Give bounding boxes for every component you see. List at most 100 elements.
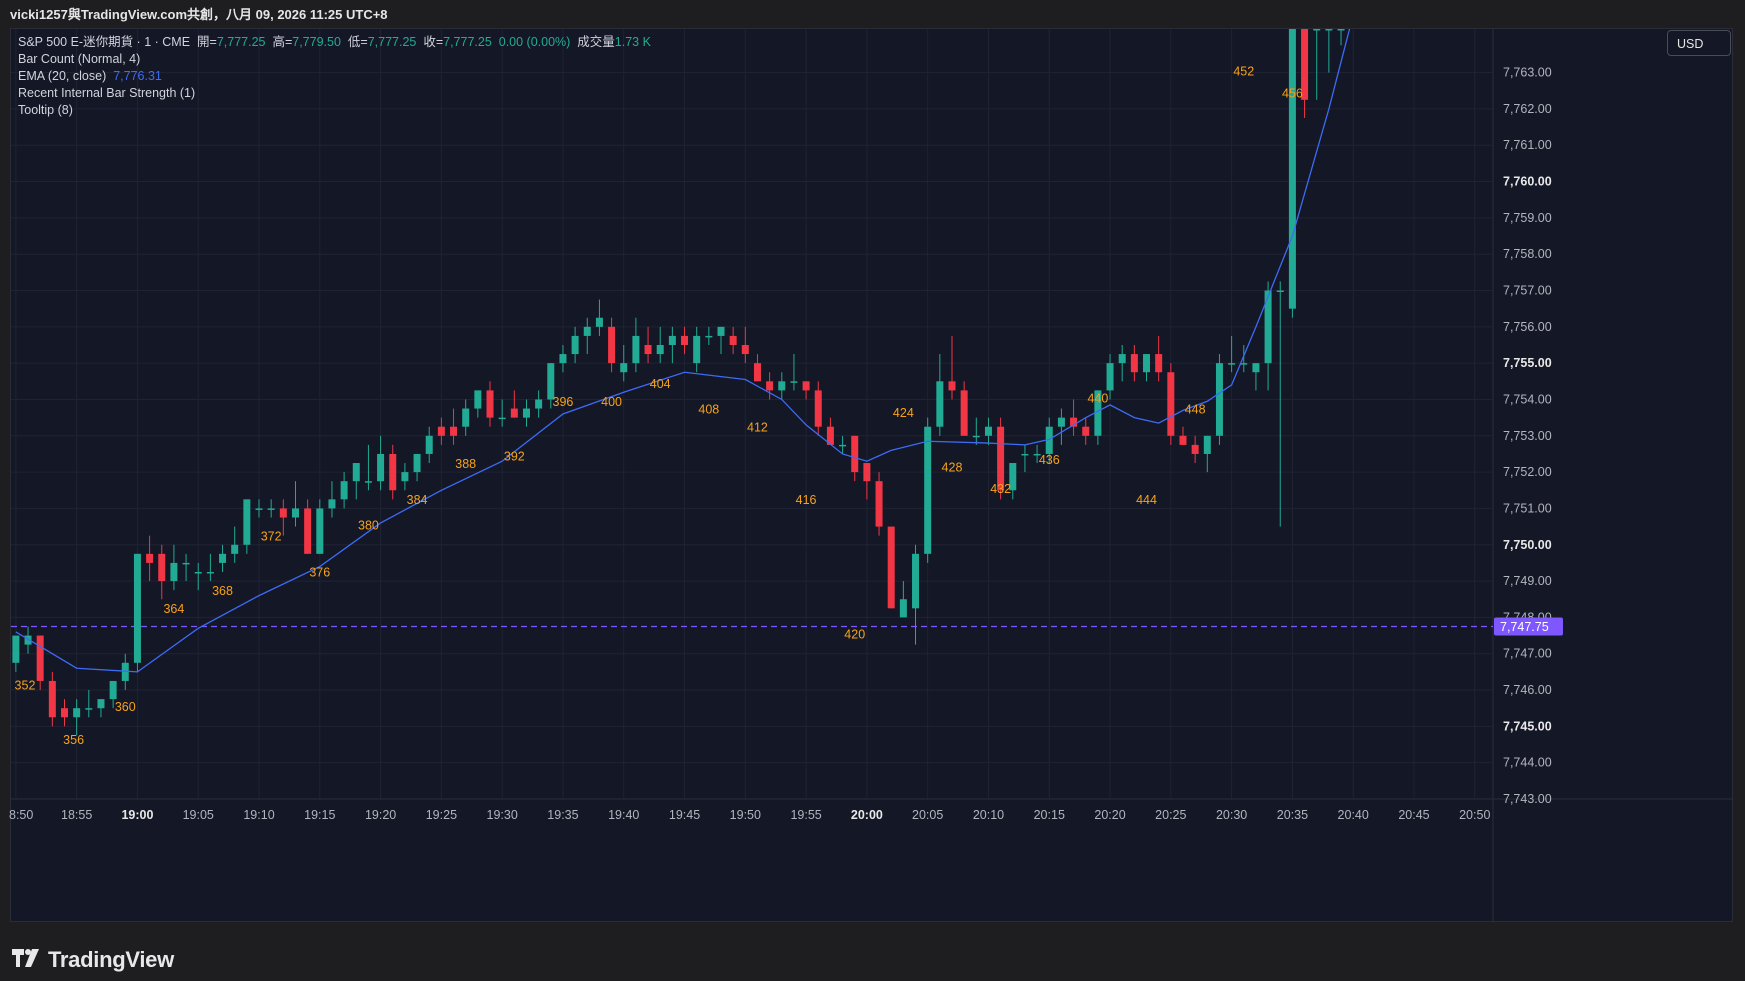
candle-body: [851, 435, 859, 473]
candle-body: [219, 553, 227, 563]
candle-body: [571, 335, 579, 355]
y-tick-label: 7,749.00: [1503, 574, 1552, 588]
candle-body: [681, 335, 689, 345]
y-tick-label: 7,755.00: [1503, 356, 1552, 370]
candle-body: [328, 499, 336, 509]
bar-count-label: 432: [990, 482, 1011, 496]
candlestick-chart[interactable]: 352 356 360 364 368 372 376 380 384 388 392 396 400 4…: [0, 0, 1745, 925]
candle-body: [656, 344, 664, 355]
current-price-label: 7,747.75: [1500, 620, 1549, 634]
x-tick-label: 19:05: [183, 808, 214, 822]
y-tick-label: 7,746.00: [1503, 683, 1552, 697]
y-tick-label: 7,758.00: [1503, 247, 1552, 261]
bar-count-label: 404: [650, 377, 671, 391]
candle-body: [595, 317, 603, 327]
candle-body: [474, 390, 482, 409]
candle-body: [620, 363, 628, 373]
candle-body: [133, 553, 141, 663]
x-tick-label: 19:10: [243, 808, 274, 822]
gridlines: [11, 29, 1493, 800]
candle-body: [960, 390, 968, 436]
y-tick-label: 7,761.00: [1503, 138, 1552, 152]
bar-count-label: 356: [63, 733, 84, 747]
chart-legend: S&P 500 E-迷你期貨 · 1 · CME 開=7,777.25 高=7,…: [18, 34, 651, 119]
tradingview-brand[interactable]: TradingView: [12, 947, 174, 973]
candle-body: [279, 508, 287, 518]
y-tick-label: 7,752.00: [1503, 465, 1552, 479]
indicator-ema[interactable]: EMA (20, close) 7,776.31: [18, 68, 651, 85]
candle-body: [972, 435, 980, 438]
x-tick-label: 19:40: [608, 808, 639, 822]
indicator-tooltip[interactable]: Tooltip (8): [18, 102, 651, 119]
candle-body: [717, 326, 725, 336]
low-value: 7,777.25: [367, 35, 417, 49]
symbol-name: S&P 500 E-迷你期貨 · 1 · CME: [18, 35, 191, 49]
x-tick-label: 18:55: [61, 808, 92, 822]
bar-count-label: 380: [358, 519, 379, 533]
open-label: 開=: [197, 35, 217, 49]
candle-body: [1021, 453, 1029, 456]
bar-count-label: 452: [1233, 64, 1254, 78]
candle-body: [1288, 29, 1296, 309]
candle-body: [1276, 290, 1284, 293]
bar-count-label: 368: [212, 584, 233, 598]
ema-label: EMA (20, close): [18, 69, 107, 83]
candle-body: [243, 499, 251, 545]
x-tick-label: 19:00: [121, 808, 153, 822]
candle-body: [12, 635, 20, 663]
candle-body: [97, 699, 105, 709]
bar-count-label: 436: [1039, 453, 1060, 467]
candle-body: [766, 381, 774, 391]
symbol-row[interactable]: S&P 500 E-迷你期貨 · 1 · CME 開=7,777.25 高=7,…: [18, 34, 651, 51]
candle-body: [1325, 29, 1333, 31]
candle-body: [437, 426, 445, 436]
candle-body: [401, 472, 409, 482]
change-value: 0.00 (0.00%): [498, 35, 571, 49]
bar-count-label: 444: [1136, 493, 1157, 507]
y-tick-label: 7,743.00: [1503, 792, 1552, 806]
low-label: 低=: [347, 35, 368, 49]
candle-body: [608, 326, 616, 364]
candle-body: [73, 708, 81, 718]
candle-body: [753, 363, 761, 382]
y-tick-label: 7,751.00: [1503, 501, 1552, 515]
x-tick-label: 20:10: [973, 808, 1004, 822]
candle-body: [36, 635, 44, 681]
candle-body: [146, 553, 154, 563]
volume-label: 成交量: [577, 35, 615, 49]
plot-area: 352 356 360 364 368 372 376 380 384 388 392 396 400 4…: [11, 29, 1493, 747]
ema-line: [15, 29, 1351, 673]
candle-body: [1106, 363, 1114, 391]
indicator-ribs[interactable]: Recent Internal Bar Strength (1): [18, 85, 651, 102]
y-tick-label: 7,762.00: [1503, 102, 1552, 116]
candle-body: [535, 399, 543, 409]
candle-body: [1167, 372, 1175, 436]
footer: TradingView: [0, 925, 1745, 981]
candle-body: [839, 444, 847, 447]
bar-count-label: 384: [407, 493, 428, 507]
bar-count-label: 388: [455, 457, 476, 471]
currency-button[interactable]: USD: [1667, 30, 1731, 56]
bar-count-label: 412: [747, 420, 768, 434]
candle-body: [304, 508, 312, 554]
x-tick-label: 19:15: [304, 808, 335, 822]
indicator-bar-count[interactable]: Bar Count (Normal, 4): [18, 51, 651, 68]
candle-body: [1252, 363, 1260, 373]
candle-body: [352, 463, 360, 482]
candle-body: [364, 481, 372, 483]
candle-body: [1082, 426, 1090, 436]
candle-body: [984, 426, 992, 436]
bar-count-label: 352: [15, 678, 36, 692]
brand-name: TradingView: [48, 947, 174, 972]
bar-count-label: 400: [601, 395, 622, 409]
bar-count-label: 376: [309, 566, 330, 580]
candle-body: [109, 680, 117, 700]
x-tick-label: 20:35: [1277, 808, 1308, 822]
candle-body: [1313, 29, 1321, 31]
candle-body: [340, 481, 348, 500]
bar-count-label: 456: [1282, 86, 1303, 100]
candle-body: [231, 544, 239, 554]
x-tick-label: 20:30: [1216, 808, 1247, 822]
x-tick-label: 20:05: [912, 808, 943, 822]
candle-body: [182, 562, 190, 565]
